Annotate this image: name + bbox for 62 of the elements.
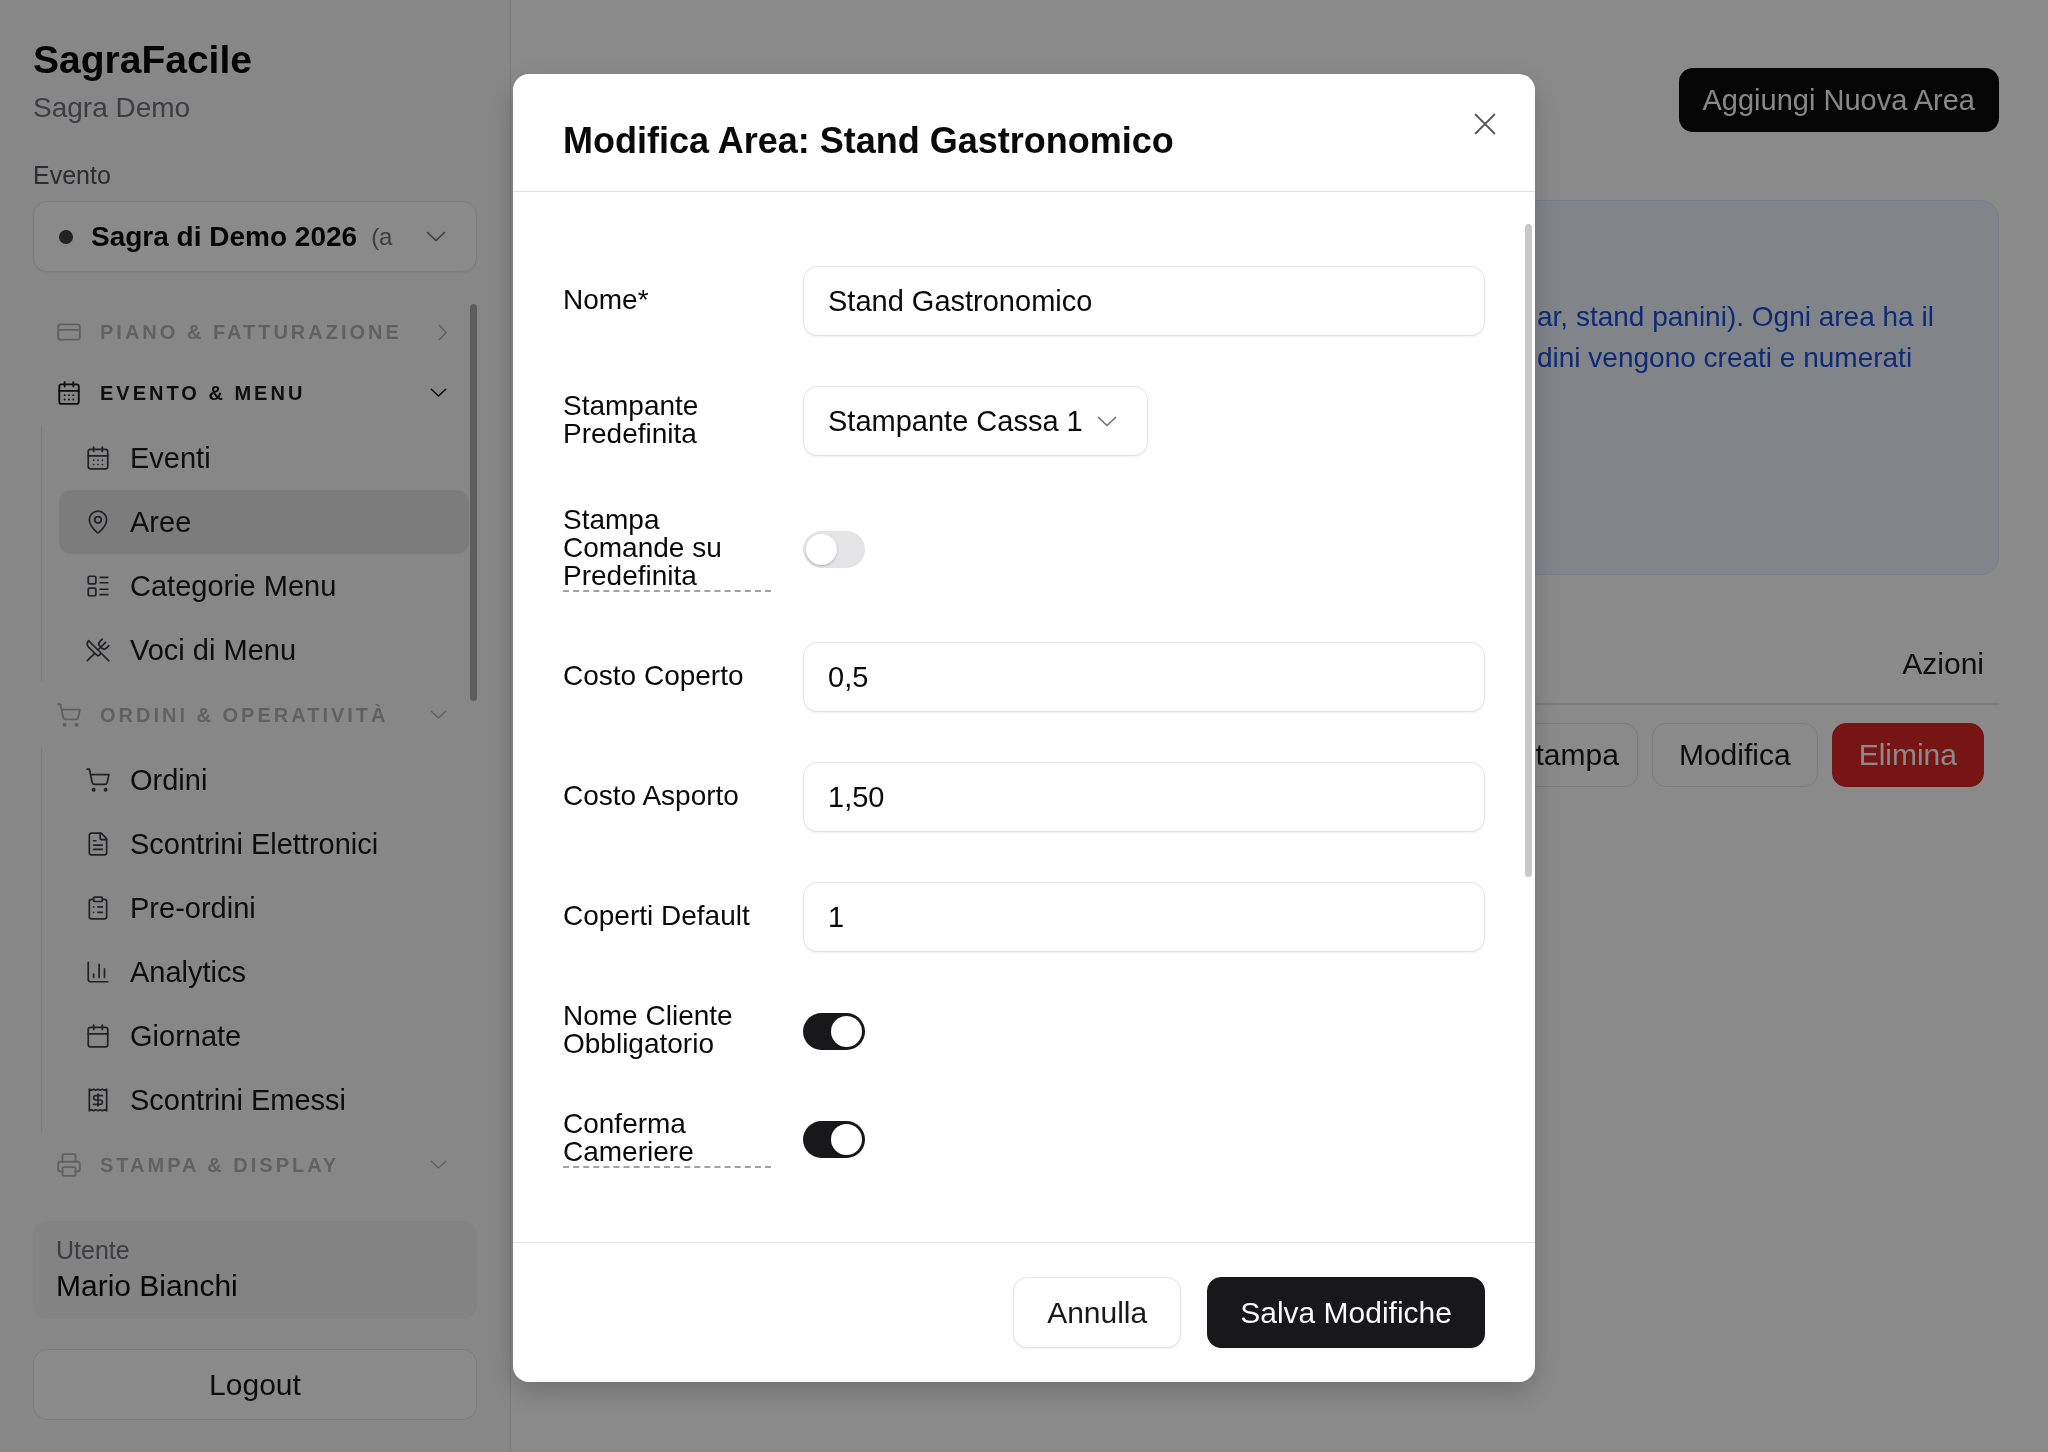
- field-label: Costo Asporto: [563, 782, 740, 812]
- field-label: Costo Coperto: [563, 662, 745, 692]
- logout-button[interactable]: Logout: [33, 1349, 477, 1420]
- cart-icon: [56, 702, 82, 728]
- scrollbar-thumb[interactable]: [1525, 224, 1532, 877]
- nav-item[interactable]: Analytics: [59, 940, 469, 1004]
- action-button[interactable]: Modifica: [1651, 723, 1818, 787]
- calendar-icon: [85, 445, 111, 471]
- field-label: Evento: [33, 161, 111, 189]
- select-field[interactable]: Stampante Cassa 1: [803, 386, 1148, 456]
- scrollbar-thumb[interactable]: [470, 304, 477, 701]
- nav-item[interactable]: Pre-ordini: [59, 876, 469, 940]
- nav-item[interactable]: Ordini: [59, 748, 469, 812]
- action-button[interactable]: tampa: [1532, 723, 1638, 787]
- field-label: Coperti Default: [563, 902, 751, 932]
- save-button[interactable]: Salva Modifiche: [1207, 1277, 1485, 1348]
- info-text: ar, stand panini). Ogni area ha il: [1537, 300, 1934, 334]
- nav-item[interactable]: Scontrini Emessi: [59, 1068, 469, 1132]
- user-name: Mario Bianchi: [56, 1268, 238, 1304]
- nav-group-header[interactable]: EVENTO & MENU: [33, 365, 469, 421]
- toggle-switch[interactable]: [803, 530, 865, 568]
- field-label: Stampa Comande su Predefinita: [563, 506, 771, 592]
- toggle-switch[interactable]: [803, 1120, 865, 1158]
- clipboard-icon: [85, 895, 111, 921]
- event-select[interactable]: Sagra di Demo 2026 (a: [33, 201, 477, 272]
- add-area-button[interactable]: Aggiungi Nuova Area: [1678, 68, 1999, 132]
- list-icon: [85, 573, 111, 599]
- dialog-title: Modifica Area: Stand Gastronomico: [563, 119, 1174, 163]
- field-label: Conferma Cameriere: [563, 1110, 771, 1168]
- nav-item[interactable]: Aree: [59, 490, 469, 554]
- calendar-icon: [56, 380, 82, 406]
- receipt-icon: [85, 1087, 111, 1113]
- text-field[interactable]: 1: [803, 882, 1485, 952]
- nav-item[interactable]: Voci di Menu: [59, 618, 469, 682]
- app-title: SagraFacile: [33, 37, 252, 83]
- text-field[interactable]: 0,5: [803, 642, 1485, 712]
- utensils-icon: [85, 637, 111, 663]
- bar-chart-icon: [85, 959, 111, 985]
- calendar-icon: [85, 1023, 111, 1049]
- printer-icon: [56, 1152, 82, 1178]
- close-icon: [1474, 113, 1496, 135]
- app-subtitle: Sagra Demo: [33, 91, 191, 125]
- field-label: Nome*: [563, 286, 650, 316]
- user-label: Utente: [56, 1236, 130, 1264]
- cart-icon: [85, 767, 111, 793]
- toggle-switch[interactable]: [803, 1012, 865, 1050]
- text-field[interactable]: 1,50: [803, 762, 1485, 832]
- column-header: Azioni: [1902, 647, 1984, 681]
- nav-item[interactable]: Giornate: [59, 1004, 469, 1068]
- field-label: Nome Cliente Obbligatorio: [563, 1002, 734, 1060]
- document-icon: [85, 831, 111, 857]
- nav-item[interactable]: Scontrini Elettronici: [59, 812, 469, 876]
- nav-item[interactable]: Categorie Menu: [59, 554, 469, 618]
- cancel-button[interactable]: Annulla: [1013, 1277, 1182, 1348]
- chevron-down-icon: [1097, 415, 1117, 427]
- chevron-down-icon: [426, 231, 446, 242]
- info-text: dini vengono creati e numerati: [1537, 341, 1913, 375]
- dot-icon: [59, 229, 73, 244]
- nav-item[interactable]: Eventi: [59, 426, 469, 490]
- field-label: Stampante Predefinita: [563, 392, 700, 450]
- danger-button[interactable]: Elimina: [1831, 723, 1984, 787]
- text-field[interactable]: Stand Gastronomico: [803, 266, 1485, 336]
